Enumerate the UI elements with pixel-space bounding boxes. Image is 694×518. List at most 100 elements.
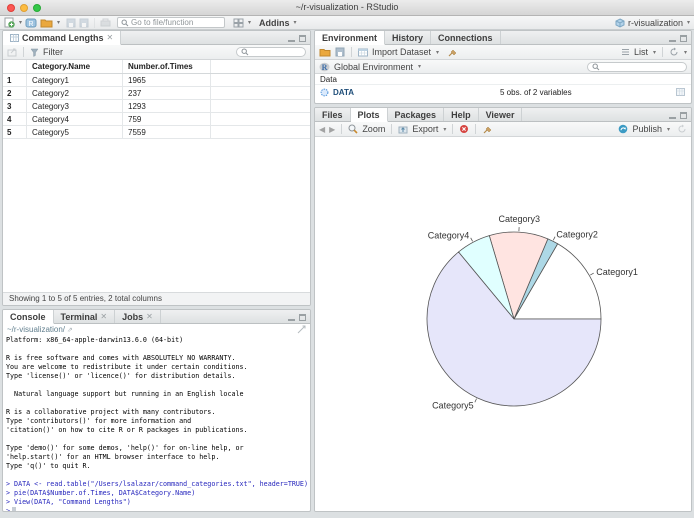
open-file-caret-icon[interactable]: ▾: [57, 19, 60, 26]
tab-terminal[interactable]: Terminal ✕: [54, 310, 116, 323]
import-dataset-button[interactable]: Import Dataset: [372, 47, 431, 57]
clear-plots-broom-icon[interactable]: [482, 124, 492, 134]
object-expand-icon[interactable]: [320, 88, 329, 97]
maximize-pane-icon[interactable]: [680, 112, 687, 119]
tab-files[interactable]: Files: [315, 108, 351, 121]
print-icon[interactable]: [100, 18, 111, 28]
tab-jobs[interactable]: Jobs ✕: [115, 310, 161, 323]
pie-label: Category3: [499, 214, 541, 224]
minimize-pane-icon[interactable]: [288, 314, 295, 321]
filter-button[interactable]: Filter: [43, 47, 63, 57]
tab-command-lengths-label: Command Lengths: [22, 32, 104, 43]
column-header-name[interactable]: Category.Name: [27, 60, 123, 73]
column-header-times[interactable]: Number.of.Times: [123, 60, 211, 73]
next-plot-icon[interactable]: ▶: [329, 125, 335, 134]
tab-plots[interactable]: Plots: [350, 108, 388, 122]
tab-history[interactable]: History: [385, 31, 432, 44]
new-file-caret-icon[interactable]: ▾: [19, 19, 22, 26]
view-object-grid-icon[interactable]: [676, 88, 685, 96]
close-tab-icon[interactable]: ✕: [107, 33, 114, 42]
main-toolbar: ▾ R ▾ Go to file/function ▾ Addins ▾ r-v…: [0, 16, 694, 30]
table-cell: Category2: [27, 87, 123, 99]
zoom-plot-button[interactable]: Zoom: [362, 124, 385, 134]
console-panel: Console Terminal ✕ Jobs ✕ ~/r-visualizat…: [2, 309, 311, 512]
table-row[interactable]: 3 Category3 1293: [3, 100, 310, 113]
load-workspace-icon[interactable]: [319, 47, 331, 57]
console-clear-icon[interactable]: [297, 325, 306, 334]
popout-window-icon[interactable]: [7, 48, 17, 57]
project-caret-icon: ▾: [686, 20, 690, 26]
tab-connections[interactable]: Connections: [431, 31, 501, 44]
refresh-icon[interactable]: [669, 47, 679, 57]
maximize-pane-icon[interactable]: [680, 35, 687, 42]
data-viewer-panel: Command Lengths ✕ Filter Category.Name N…: [2, 30, 311, 306]
table-search-input[interactable]: [236, 47, 306, 57]
table-cell: 7559: [123, 126, 211, 138]
publish-button[interactable]: Publish: [632, 124, 662, 134]
plots-toolbar: ◀ ▶ Zoom Export ▾ Publish ▾: [315, 122, 691, 137]
publish-caret-icon: ▾: [666, 126, 670, 133]
table-body: 1 Category1 1965 2 Category2 237 3 Category3 129…: [3, 74, 310, 139]
environment-search-input[interactable]: [587, 61, 687, 72]
tab-history-label: History: [392, 32, 424, 43]
table-row[interactable]: 4 Category4 759: [3, 113, 310, 126]
console-output[interactable]: Platform: x86_64-apple-darwin13.6.0 (64-…: [3, 335, 310, 511]
table-row[interactable]: 1 Category1 1965: [3, 74, 310, 87]
addins-caret-icon: ▾: [293, 20, 297, 26]
close-jobs-icon[interactable]: ✕: [146, 312, 153, 321]
previous-plot-icon[interactable]: ◀: [319, 125, 325, 134]
minimize-pane-icon[interactable]: [288, 35, 295, 42]
goto-file-placeholder: Go to file/function: [131, 18, 194, 27]
tab-console[interactable]: Console: [3, 310, 54, 324]
panes-grid-icon[interactable]: [233, 18, 244, 28]
refresh-plot-icon[interactable]: [677, 124, 687, 134]
console-output-line: Type 'contributors()' for more informati…: [6, 417, 192, 425]
console-prompt[interactable]: >: [6, 507, 307, 511]
environment-tabstrip: Environment History Connections: [315, 31, 691, 45]
save-icon[interactable]: [66, 18, 76, 28]
tab-viewer[interactable]: Viewer: [479, 108, 523, 121]
project-menu-button[interactable]: r-visualization ▾: [615, 18, 690, 28]
pie-label-tick: [474, 398, 477, 403]
tab-command-lengths[interactable]: Command Lengths ✕: [3, 31, 122, 45]
plot-area: Category1 Category2 Category3 Category4 Cate…: [315, 137, 691, 511]
environment-object-row[interactable]: DATA 5 obs. of 2 variables: [315, 85, 691, 99]
table-row[interactable]: 2 Category2 237: [3, 87, 310, 100]
table-header-row: Category.Name Number.of.Times: [3, 60, 310, 74]
tab-help[interactable]: Help: [444, 108, 479, 121]
pie-label: Category4: [428, 231, 470, 241]
console-output-line: Type 'license()' or 'licence()' for dist…: [6, 372, 236, 380]
tab-environment[interactable]: Environment: [315, 31, 386, 45]
maximize-pane-icon[interactable]: [299, 35, 306, 42]
table-cell: Category3: [27, 100, 123, 112]
save-workspace-icon[interactable]: [335, 47, 345, 57]
list-view-icon: [621, 48, 630, 56]
tab-packages[interactable]: Packages: [388, 108, 445, 121]
console-output-line: R is a collaborative project with many c…: [6, 408, 216, 416]
environment-scope-selector[interactable]: Global Environment: [334, 62, 413, 72]
remove-plot-icon[interactable]: [459, 124, 469, 134]
table-cell: Category5: [27, 126, 123, 138]
console-input-line: > DATA <- read.table("/Users/lsalazar/co…: [6, 480, 308, 488]
pie-chart: Category1 Category2 Category3 Category4 Cate…: [426, 214, 638, 411]
goto-directory-icon[interactable]: ⇗: [67, 326, 73, 334]
addins-button[interactable]: Addins: [259, 18, 290, 28]
export-plot-button[interactable]: Export: [412, 124, 438, 134]
save-all-icon[interactable]: [79, 18, 89, 28]
table-row[interactable]: 5 Category5 7559: [3, 126, 310, 139]
minimize-pane-icon[interactable]: [669, 112, 676, 119]
clear-environment-broom-icon[interactable]: [447, 47, 457, 57]
close-terminal-icon[interactable]: ✕: [100, 312, 107, 321]
tab-console-label: Console: [10, 311, 46, 322]
maximize-pane-icon[interactable]: [299, 314, 306, 321]
export-plot-icon: [398, 125, 408, 134]
open-file-icon[interactable]: [40, 17, 53, 28]
goto-file-input[interactable]: Go to file/function: [117, 17, 226, 28]
list-view-button[interactable]: List: [634, 47, 648, 57]
new-project-icon[interactable]: R: [25, 17, 37, 28]
console-output-line: Natural language support but running in …: [6, 390, 244, 398]
new-file-icon[interactable]: [4, 17, 15, 28]
rownum-header[interactable]: [3, 60, 27, 73]
minimize-pane-icon[interactable]: [669, 35, 676, 42]
tab-jobs-label: Jobs: [122, 311, 144, 322]
